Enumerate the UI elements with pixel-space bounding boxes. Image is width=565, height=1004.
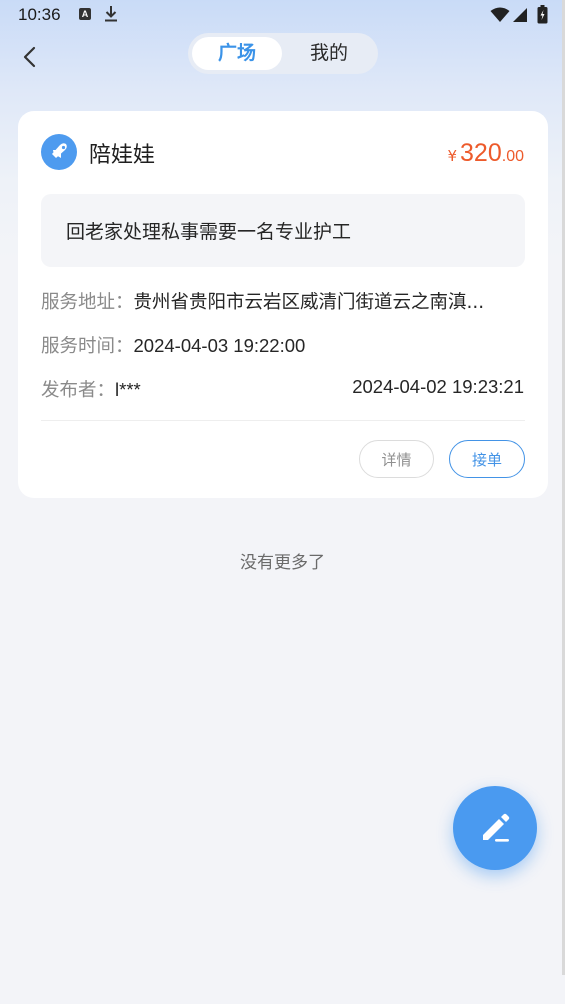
publisher-value: l*** — [115, 379, 141, 400]
address-value: 贵州省贵阳市云岩区威清门街道云之南滇... — [133, 292, 485, 313]
signal-icon — [512, 7, 528, 28]
address-row: 服务地址：贵州省贵阳市云岩区威清门街道云之南滇... — [41, 288, 517, 314]
price-decimal: .00 — [501, 148, 524, 165]
price-currency: ¥ — [447, 147, 458, 165]
service-badge-icon — [41, 134, 77, 170]
status-time: 10:36 — [18, 5, 61, 24]
tab-switcher: 广场 我的 — [188, 33, 378, 74]
battery-icon — [537, 5, 548, 29]
card-divider — [41, 420, 525, 421]
publisher-label: 发布者： — [41, 380, 116, 401]
list-end-text: 没有更多了 — [240, 553, 325, 573]
back-chevron-icon — [23, 46, 36, 68]
service-time-row: 服务时间：2024-04-03 19:22:00 — [41, 332, 305, 358]
tab-square[interactable]: 广场 — [192, 37, 282, 70]
service-name: 陪娃娃 — [89, 143, 156, 168]
description-box: 回老家处理私事需要一名专业护工 — [41, 194, 525, 267]
price-integer: 320 — [460, 139, 502, 167]
tab-mine[interactable]: 我的 — [284, 37, 374, 70]
order-description: 回老家处理私事需要一名专业护工 — [66, 221, 352, 243]
download-icon — [104, 5, 118, 28]
edit-pen-icon — [483, 813, 510, 842]
price: ¥320.00 — [447, 139, 524, 168]
publisher-row: 发布者：l*** — [41, 376, 141, 402]
back-button[interactable] — [14, 40, 48, 74]
wifi-icon — [490, 7, 510, 28]
status-bar: 10:36 A — [0, 0, 565, 32]
notification-a-icon: A — [79, 8, 91, 20]
order-card[interactable]: 陪娃娃 ¥320.00 回老家处理私事需要一名专业护工 服务地址：贵州省贵阳市云… — [18, 111, 548, 498]
create-post-button[interactable] — [453, 786, 537, 870]
service-time-label: 服务时间： — [41, 336, 134, 357]
detail-button[interactable]: 详情 — [359, 440, 434, 478]
address-label: 服务地址： — [41, 292, 134, 313]
publish-time: 2024-04-02 19:23:21 — [352, 376, 524, 397]
accept-order-button[interactable]: 接单 — [449, 440, 525, 478]
service-time-value: 2024-04-03 19:22:00 — [133, 335, 306, 356]
